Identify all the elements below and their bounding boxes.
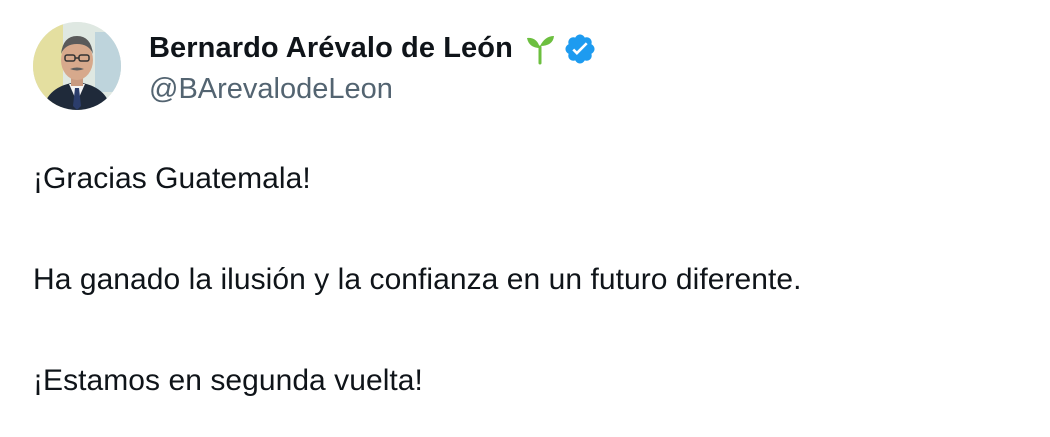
tweet-text-line: ¡Gracias Guatemala! [33, 162, 311, 195]
tweet-card: Bernardo Arévalo de León @BArevalodeLeon [0, 0, 1050, 437]
profile-photo-icon [33, 22, 121, 110]
verified-badge-icon [563, 32, 597, 66]
name-row: Bernardo Arévalo de León [149, 27, 597, 71]
tweet-header: Bernardo Arévalo de León @BArevalodeLeon [33, 22, 597, 110]
author-handle[interactable]: @BArevalodeLeon [149, 73, 597, 106]
author-info: Bernardo Arévalo de León @BArevalodeLeon [149, 22, 597, 110]
sprout-icon [523, 32, 557, 66]
author-display-name[interactable]: Bernardo Arévalo de León [149, 32, 513, 65]
avatar[interactable] [33, 22, 121, 110]
tweet-text-line: ¡Estamos en segunda vuelta! [33, 364, 423, 397]
tweet-text-line: Ha ganado la ilusión y la confianza en u… [33, 263, 802, 296]
